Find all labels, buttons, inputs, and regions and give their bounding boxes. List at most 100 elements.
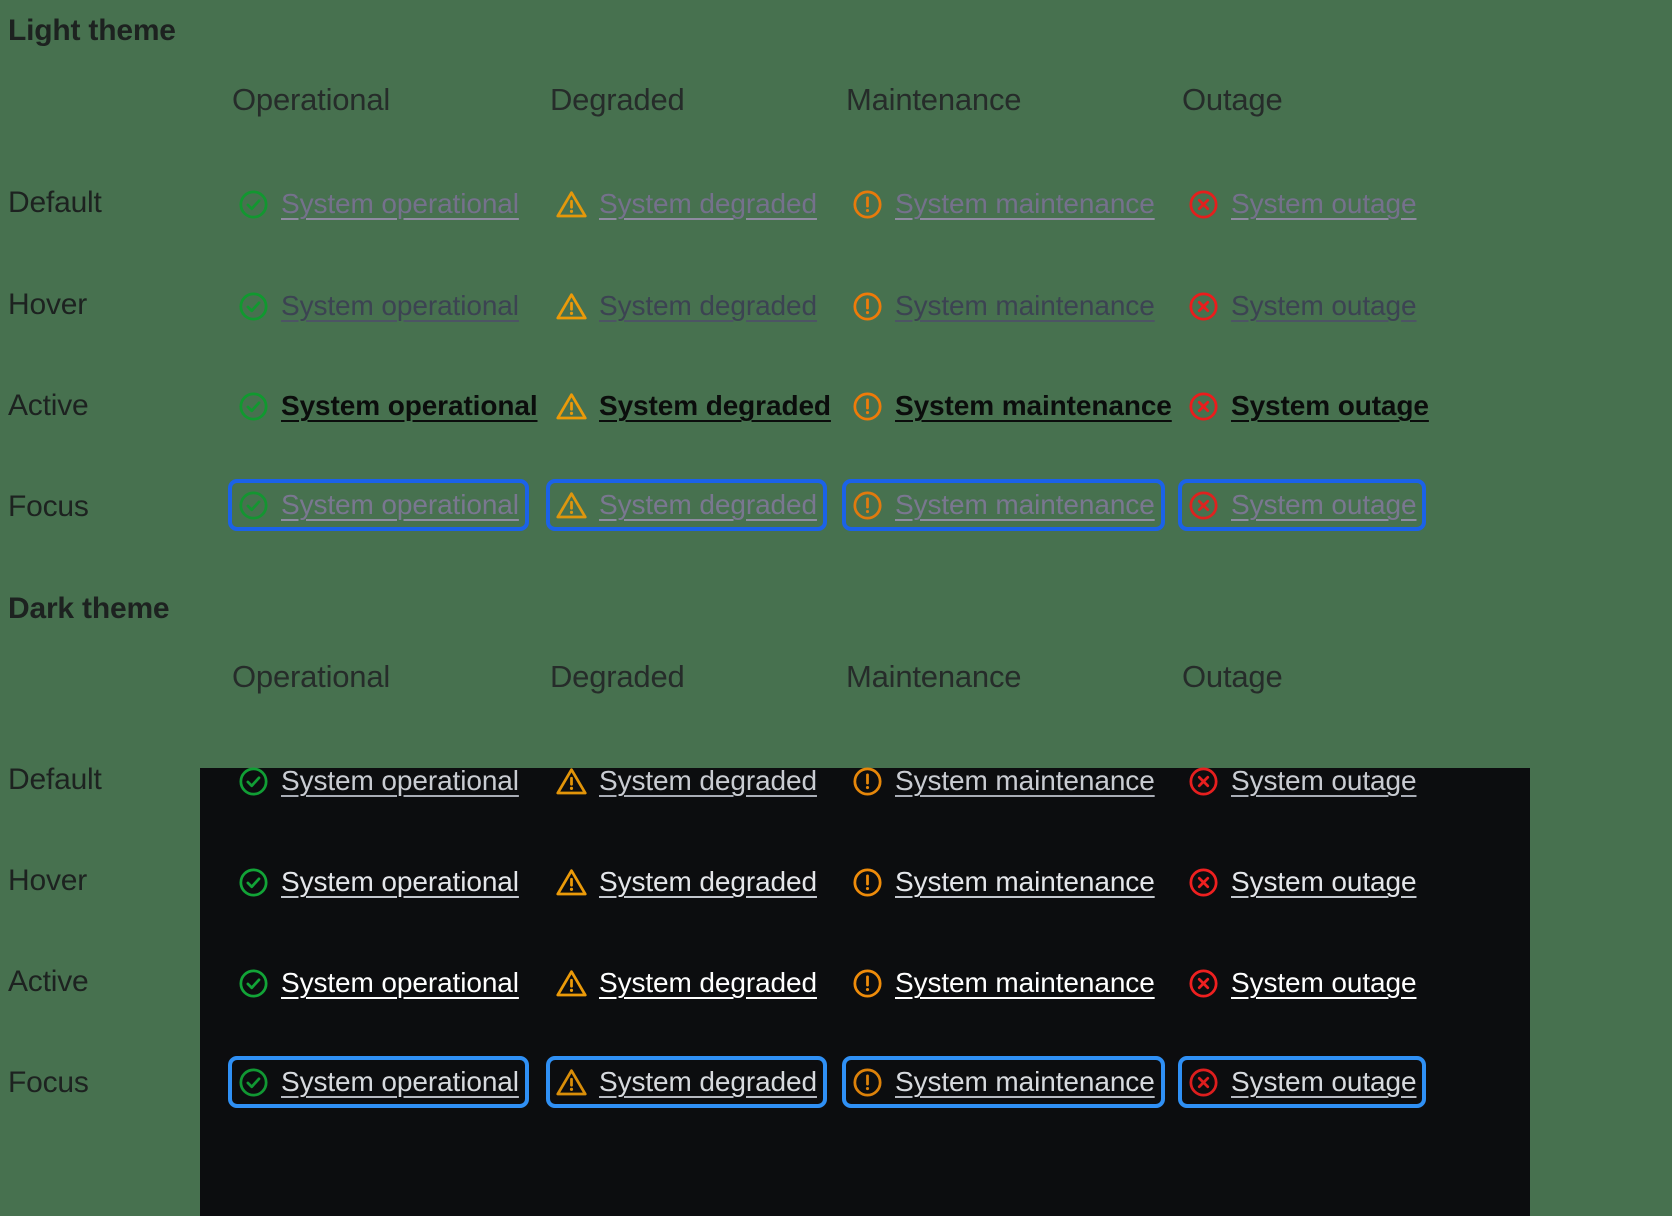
column-header-degraded: Degraded [550,82,685,117]
error-x-circle-icon [1187,290,1220,323]
row-label-hover-light: Hover [8,288,88,321]
status-link-light-active-outage[interactable]: System outage [1178,380,1439,432]
error-x-circle-icon [1187,1066,1220,1099]
status-link-dark-hover-operational[interactable]: System operational [228,856,529,908]
status-link-light-active-operational[interactable]: System operational [228,380,548,432]
exclamation-circle-icon [851,1066,884,1099]
status-link-dark-default-maintenance[interactable]: System maintenance [842,755,1165,807]
status-link-dark-focus-outage[interactable]: System outage [1178,1056,1427,1108]
status-link-dark-active-outage[interactable]: System outage [1178,957,1426,1009]
status-link-dark-hover-maintenance[interactable]: System maintenance [842,856,1165,908]
status-link-label: System maintenance [895,290,1155,321]
status-link-label: System operational [281,765,519,796]
status-link-light-hover-outage[interactable]: System outage [1178,280,1426,332]
status-link-light-active-degraded[interactable]: System degraded [546,380,841,432]
check-circle-icon [237,765,270,798]
warning-triangle-icon [555,390,588,423]
row-label-focus-light: Focus [8,490,89,523]
status-link-light-focus-operational[interactable]: System operational [228,479,529,531]
exclamation-circle-icon [851,489,884,522]
column-header-operational: Operational [232,659,391,694]
status-link-light-hover-operational[interactable]: System operational [228,280,529,332]
status-link-light-hover-degraded[interactable]: System degraded [546,280,827,332]
status-link-label: System outage [1231,967,1417,998]
status-link-label: System maintenance [895,1066,1155,1097]
status-link-label: System degraded [599,290,817,321]
status-link-label: System operational [281,188,519,219]
status-link-dark-hover-degraded[interactable]: System degraded [546,856,827,908]
check-circle-icon [237,967,270,1000]
status-link-label: System outage [1231,390,1429,421]
error-x-circle-icon [1187,866,1220,899]
status-link-label: System degraded [599,765,817,796]
status-link-label: System degraded [599,967,817,998]
status-link-label: System operational [281,967,519,998]
row-label-default-dark: Default [8,763,102,796]
status-link-light-active-maintenance[interactable]: System maintenance [842,380,1182,432]
check-circle-icon [237,290,270,323]
error-x-circle-icon [1187,765,1220,798]
dark-theme-column-headers: Operational Degraded Maintenance Outage [0,659,1672,703]
check-circle-icon [237,390,270,423]
light-theme-column-headers: Operational Degraded Maintenance Outage [0,82,1672,126]
status-link-light-default-outage[interactable]: System outage [1178,178,1426,230]
status-link-light-focus-degraded[interactable]: System degraded [546,479,827,531]
status-link-label: System outage [1231,290,1417,321]
status-link-label: System operational [281,866,519,897]
status-link-label: System maintenance [895,489,1155,520]
status-link-label: System maintenance [895,765,1155,796]
status-link-light-focus-maintenance[interactable]: System maintenance [842,479,1165,531]
status-link-dark-active-degraded[interactable]: System degraded [546,957,827,1009]
column-header-maintenance: Maintenance [846,82,1022,117]
column-header-maintenance: Maintenance [846,659,1022,694]
status-link-label: System degraded [599,390,831,421]
column-header-outage: Outage [1182,82,1283,117]
row-label-hover-dark: Hover [8,864,88,897]
status-link-light-default-maintenance[interactable]: System maintenance [842,178,1165,230]
status-link-label: System operational [281,390,538,421]
status-link-state-matrix: Light theme Operational Degraded Mainten… [0,0,1672,1216]
dark-theme-title: Dark theme [8,592,170,625]
check-circle-icon [237,1066,270,1099]
status-link-dark-active-maintenance[interactable]: System maintenance [842,957,1165,1009]
status-link-label: System outage [1231,1066,1417,1097]
status-link-label: System operational [281,290,519,321]
status-link-dark-default-operational[interactable]: System operational [228,755,529,807]
status-link-label: System maintenance [895,866,1155,897]
check-circle-icon [237,489,270,522]
status-link-dark-active-operational[interactable]: System operational [228,957,529,1009]
status-link-dark-focus-maintenance[interactable]: System maintenance [842,1056,1165,1108]
status-link-light-default-operational[interactable]: System operational [228,178,529,230]
status-link-label: System degraded [599,1066,817,1097]
column-header-outage: Outage [1182,659,1283,694]
status-link-dark-default-degraded[interactable]: System degraded [546,755,827,807]
status-link-label: System maintenance [895,967,1155,998]
status-link-dark-focus-operational[interactable]: System operational [228,1056,529,1108]
warning-triangle-icon [555,290,588,323]
status-link-label: System degraded [599,188,817,219]
status-link-light-default-degraded[interactable]: System degraded [546,178,827,230]
status-link-label: System degraded [599,866,817,897]
status-link-dark-focus-degraded[interactable]: System degraded [546,1056,827,1108]
status-link-dark-default-outage[interactable]: System outage [1178,755,1426,807]
row-label-default-light: Default [8,186,102,219]
exclamation-circle-icon [851,967,884,1000]
status-link-light-hover-maintenance[interactable]: System maintenance [842,280,1165,332]
status-link-label: System outage [1231,188,1417,219]
error-x-circle-icon [1187,967,1220,1000]
check-circle-icon [237,188,270,221]
exclamation-circle-icon [851,866,884,899]
warning-triangle-icon [555,1066,588,1099]
status-link-label: System outage [1231,765,1417,796]
row-label-active-light: Active [8,389,89,422]
column-header-operational: Operational [232,82,391,117]
check-circle-icon [237,866,270,899]
error-x-circle-icon [1187,188,1220,221]
warning-triangle-icon [555,765,588,798]
status-link-label: System outage [1231,489,1417,520]
exclamation-circle-icon [851,765,884,798]
status-link-light-focus-outage[interactable]: System outage [1178,479,1427,531]
status-link-label: System maintenance [895,390,1172,421]
exclamation-circle-icon [851,188,884,221]
status-link-dark-hover-outage[interactable]: System outage [1178,856,1426,908]
